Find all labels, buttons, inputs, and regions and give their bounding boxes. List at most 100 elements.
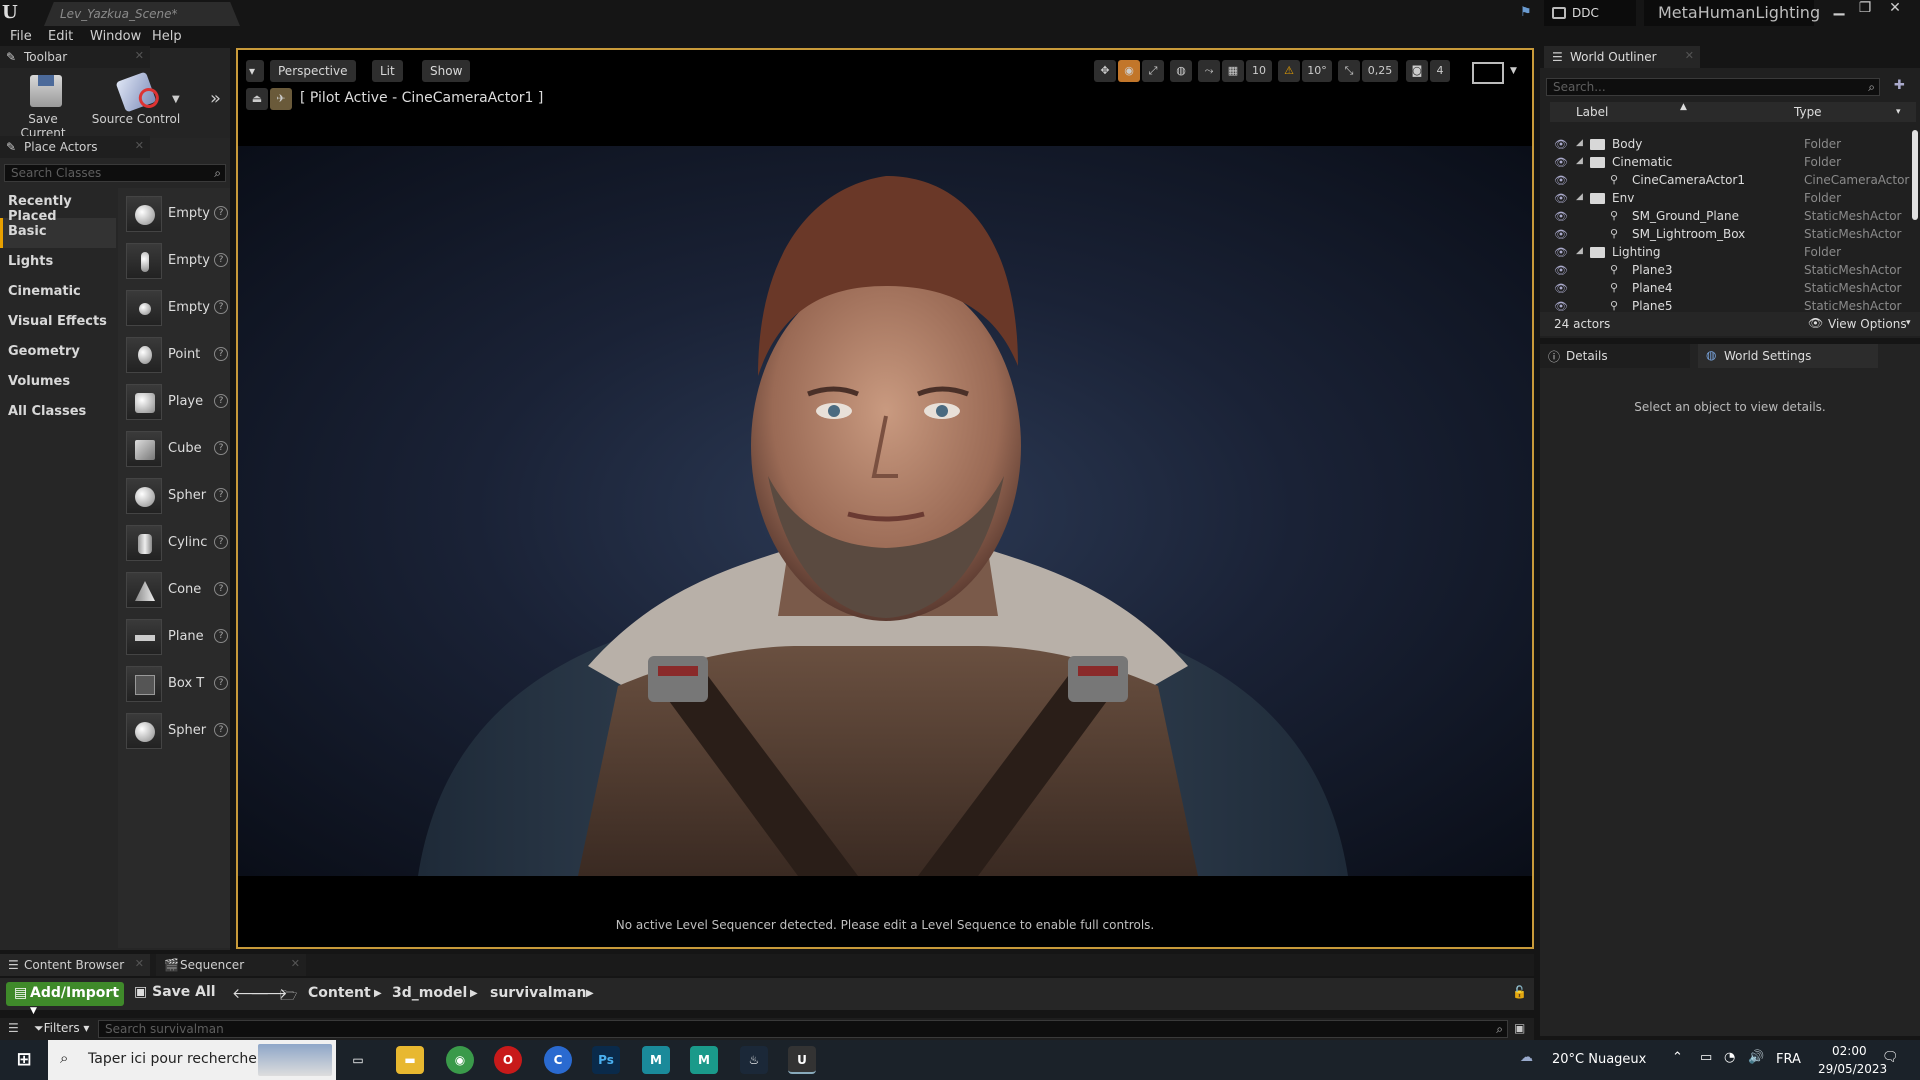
minimize-icon[interactable]: ▁ xyxy=(1826,0,1852,20)
label-column-header[interactable]: Label xyxy=(1576,105,1608,119)
help-icon[interactable]: ? xyxy=(214,441,228,455)
expand-arrow-icon[interactable]: ◢ xyxy=(1576,246,1583,256)
actor-item[interactable]: Empty? xyxy=(126,241,230,281)
menu-help[interactable]: Help xyxy=(152,29,182,44)
category-lights[interactable]: Lights xyxy=(0,248,116,278)
visibility-eye-icon[interactable]: 👁 xyxy=(1554,174,1568,187)
filters-button[interactable]: ⏷Filters ▾ xyxy=(34,1021,89,1036)
add-import-button[interactable]: ▤ Add/Import ▼ xyxy=(6,982,124,1016)
visibility-eye-icon[interactable]: 👁 xyxy=(1554,246,1568,259)
actor-item[interactable]: Point? xyxy=(126,335,230,375)
category-all-classes[interactable]: All Classes xyxy=(0,398,116,428)
notification-icon[interactable]: 🗨 xyxy=(1882,1050,1899,1065)
menu-window[interactable]: Window xyxy=(90,29,141,44)
layout-dropdown-icon[interactable]: ▼ xyxy=(1510,66,1517,76)
outliner-row[interactable]: 👁 ⚲ CineCameraActor1 CineCameraActor xyxy=(1550,172,1910,190)
help-icon[interactable]: ? xyxy=(214,676,228,690)
viewport-options-icon[interactable]: ▾ xyxy=(246,60,264,82)
visibility-eye-icon[interactable]: 👁 xyxy=(1554,228,1568,241)
world-space-icon[interactable]: ◍ xyxy=(1170,60,1192,82)
pilot-camera-icon[interactable]: ✈ xyxy=(270,88,292,110)
expand-toolbar-icon[interactable]: » xyxy=(210,88,221,109)
outliner-search-input[interactable]: Search... ⌕ xyxy=(1546,78,1880,96)
outliner-row[interactable]: 👁 ⚲ SM_Lightroom_Box StaticMeshActor xyxy=(1550,226,1910,244)
file-explorer-icon[interactable]: ▬ xyxy=(396,1046,424,1074)
camera-speed-icon[interactable]: ◙ xyxy=(1406,60,1428,82)
outliner-row[interactable]: 👁 ◢ Lighting Folder xyxy=(1550,244,1910,262)
scale-snap-value[interactable]: 0,25 xyxy=(1362,60,1398,82)
actor-item[interactable]: Plane? xyxy=(126,617,230,657)
save-search-icon[interactable]: ▣ xyxy=(1514,1021,1525,1035)
rotation-snap-icon[interactable]: ⚠ xyxy=(1278,60,1300,82)
restore-icon[interactable]: ❐ xyxy=(1852,0,1878,20)
outliner-row[interactable]: 👁 ◢ Env Folder xyxy=(1550,190,1910,208)
view-options-dropdown-icon[interactable]: ▾ xyxy=(1906,318,1911,328)
task-view-icon[interactable]: ▭ xyxy=(344,1046,372,1074)
steam-icon[interactable]: ♨ xyxy=(740,1046,768,1074)
volume-icon[interactable]: 🔊 xyxy=(1748,1050,1764,1065)
weather-text[interactable]: 20°C Nuageux xyxy=(1552,1052,1646,1067)
surface-snap-icon[interactable]: ⤳ xyxy=(1198,60,1220,82)
actor-item[interactable]: Playe? xyxy=(126,382,230,422)
opera-icon[interactable]: O xyxy=(494,1046,522,1074)
camera-speed-value[interactable]: 4 xyxy=(1430,60,1450,82)
show-button[interactable]: Show xyxy=(422,60,471,82)
close-tab-icon[interactable]: ✕ xyxy=(135,49,144,62)
maya-icon[interactable]: M xyxy=(642,1046,670,1074)
grid-snap-value[interactable]: 10 xyxy=(1246,60,1272,82)
category-volumes[interactable]: Volumes xyxy=(0,368,116,398)
scale-icon[interactable]: ⤢ xyxy=(1142,60,1164,82)
category-recently-placed[interactable]: Recently Placed xyxy=(0,188,116,224)
close-tab-icon[interactable]: ✕ xyxy=(135,139,144,152)
lit-button[interactable]: Lit xyxy=(372,60,403,82)
category-geometry[interactable]: Geometry xyxy=(0,338,116,368)
save-all-button[interactable]: ▣ Save All xyxy=(134,984,216,1000)
actor-item[interactable]: Box T? xyxy=(126,664,230,704)
close-tab-icon[interactable]: ✕ xyxy=(1685,49,1694,62)
world-settings-tab[interactable]: ◍ World Settings xyxy=(1698,344,1878,368)
breadcrumb-separator-icon[interactable]: ▶ xyxy=(374,988,382,999)
c-app-icon[interactable]: C xyxy=(544,1046,572,1074)
visibility-eye-icon[interactable]: 👁 xyxy=(1554,282,1568,295)
content-browser-tab[interactable]: ☰ Content Browser ✕ xyxy=(0,954,150,976)
world-outliner-tab[interactable]: ☰ World Outliner ✕ xyxy=(1544,46,1700,68)
breadcrumb-3d-model[interactable]: 3d_model xyxy=(392,985,467,1001)
actor-item[interactable]: Empty? xyxy=(126,288,230,328)
source-control-button[interactable]: Source Control xyxy=(88,71,184,128)
help-icon[interactable]: ? xyxy=(214,206,228,220)
help-icon[interactable]: ? xyxy=(214,629,228,643)
outliner-row[interactable]: 👁 ◢ Cinematic Folder xyxy=(1550,154,1910,172)
language-indicator[interactable]: FRA xyxy=(1776,1052,1801,1067)
lock-icon[interactable]: 🔓 xyxy=(1512,985,1527,999)
actor-item[interactable]: Cone? xyxy=(126,570,230,610)
viewport-render[interactable] xyxy=(238,146,1532,876)
category-visual-effects[interactable]: Visual Effects xyxy=(0,308,116,338)
expand-arrow-icon[interactable]: ◢ xyxy=(1576,138,1583,148)
unreal-engine-icon[interactable]: U xyxy=(788,1046,816,1074)
actor-item[interactable]: Spher? xyxy=(126,711,230,751)
grid-snap-icon[interactable]: ▦ xyxy=(1222,60,1244,82)
wifi-icon[interactable]: ◔ xyxy=(1724,1050,1735,1065)
close-tab-icon[interactable]: ✕ xyxy=(291,957,300,970)
type-dropdown-icon[interactable]: ▾ xyxy=(1896,107,1901,117)
actor-item[interactable]: Cylinc? xyxy=(126,523,230,563)
maya-icon[interactable]: M xyxy=(690,1046,718,1074)
visibility-eye-icon[interactable]: 👁 xyxy=(1554,138,1568,151)
perspective-button[interactable]: Perspective xyxy=(270,60,356,82)
photoshop-icon[interactable]: Ps xyxy=(592,1046,620,1074)
outliner-row[interactable]: 👁 ⚲ Plane4 StaticMeshActor xyxy=(1550,280,1910,298)
outliner-row[interactable]: 👁 ⚲ Plane3 StaticMeshActor xyxy=(1550,262,1910,280)
help-icon[interactable]: ? xyxy=(214,582,228,596)
source-control-dropdown-icon[interactable]: ▼ xyxy=(172,94,180,105)
breadcrumb-separator-icon[interactable]: ▶ xyxy=(470,988,478,999)
sources-toggle-icon[interactable]: ☰ xyxy=(8,1021,19,1035)
visibility-eye-icon[interactable]: 👁 xyxy=(1554,192,1568,205)
eject-pilot-icon[interactable]: ⏏ xyxy=(246,88,268,110)
breadcrumb-survivalman[interactable]: survivalman xyxy=(490,985,587,1001)
ddc-button[interactable]: DDC xyxy=(1544,0,1636,26)
expand-arrow-icon[interactable]: ◢ xyxy=(1576,156,1583,166)
help-icon[interactable]: ? xyxy=(214,253,228,267)
windows-start-icon[interactable]: ⊞ xyxy=(10,1046,38,1074)
taskbar-search-box[interactable]: ⌕ Taper ici pour rechercher xyxy=(48,1040,336,1080)
help-icon[interactable]: ? xyxy=(214,394,228,408)
